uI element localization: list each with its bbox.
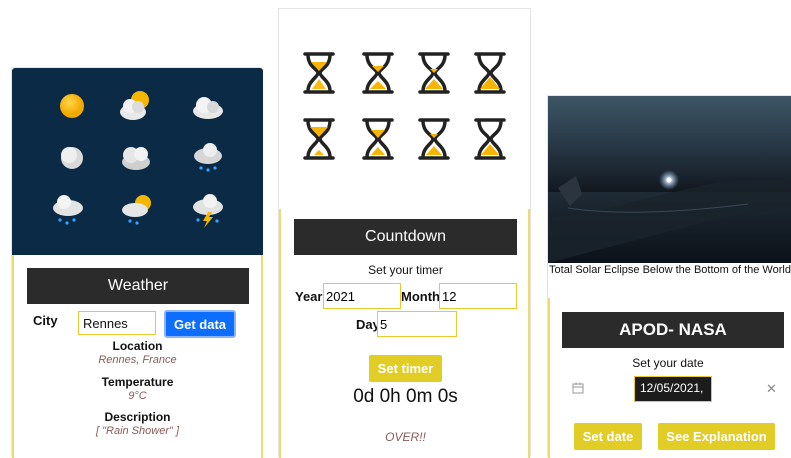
thunderstorm-icon [193, 194, 223, 228]
year-label: Year [295, 289, 323, 304]
rain-night-icon [194, 143, 222, 172]
hourglass-icon [362, 52, 394, 94]
description-value: [ "Rain Shower" ] [95, 425, 179, 437]
sun-icon [60, 94, 84, 118]
location-label: Location [112, 339, 163, 353]
countdown-display: 0d 0h 0m 0s [353, 386, 458, 407]
see-explanation-button[interactable]: See Explanation [658, 423, 775, 450]
city-label: City [33, 313, 58, 328]
cloud-icon [193, 97, 223, 119]
city-input[interactable] [78, 311, 156, 335]
set-date-button[interactable]: Set date [574, 423, 642, 450]
weather-title: Weather [27, 268, 249, 304]
year-input[interactable] [323, 283, 401, 309]
moon-icon [61, 147, 83, 169]
temperature-value: 9°C [128, 390, 147, 402]
countdown-status: OVER!! [385, 430, 426, 444]
date-subtitle: Set your date [632, 356, 704, 370]
countdown-title: Countdown [294, 219, 517, 255]
hourglass-icon [474, 118, 506, 160]
month-input[interactable] [439, 283, 517, 309]
clear-icon[interactable]: ✕ [766, 381, 777, 397]
weather-card: Weather City Get data Location Rennes, F… [11, 67, 263, 458]
set-timer-button[interactable]: Set timer [369, 355, 442, 382]
apod-title: APOD- NASA [562, 312, 784, 348]
hourglass-icon [418, 52, 450, 94]
get-data-button[interactable]: Get data [164, 310, 236, 338]
month-label: Month [401, 289, 440, 304]
location-value: Rennes, France [98, 354, 177, 366]
hourglass-icon [418, 118, 450, 160]
countdown-form: Countdown Set your timer Year Month Day … [279, 209, 530, 458]
rain-icon [53, 195, 83, 225]
hourglass-icon [474, 52, 506, 94]
date-input[interactable]: 12/05/2021, [634, 376, 712, 402]
weather-icons-panel [12, 68, 263, 255]
weather-form: Weather City Get data Location Rennes, F… [12, 255, 263, 458]
day-input[interactable] [377, 311, 457, 337]
hourglass-icon [303, 118, 335, 160]
countdown-card: Countdown Set your timer Year Month Day … [278, 8, 531, 458]
apod-image [548, 96, 791, 263]
apod-form: APOD- NASA Set your date 12/05/2021, ✕ S… [548, 298, 791, 458]
hourglass-icon [303, 52, 335, 94]
calendar-icon[interactable] [572, 382, 584, 394]
partly-cloudy-icon [120, 91, 149, 120]
timer-subtitle: Set your timer [368, 263, 443, 277]
description-label: Description [104, 410, 171, 424]
hourglass-icon [362, 118, 394, 160]
temperature-label: Temperature [101, 375, 174, 389]
apod-card: Total Solar Eclipse Below the Bottom of … [547, 95, 791, 458]
sun-rain-icon [122, 195, 151, 225]
cloudy-night-icon [122, 147, 150, 170]
apod-caption: Total Solar Eclipse Below the Bottom of … [549, 264, 791, 276]
